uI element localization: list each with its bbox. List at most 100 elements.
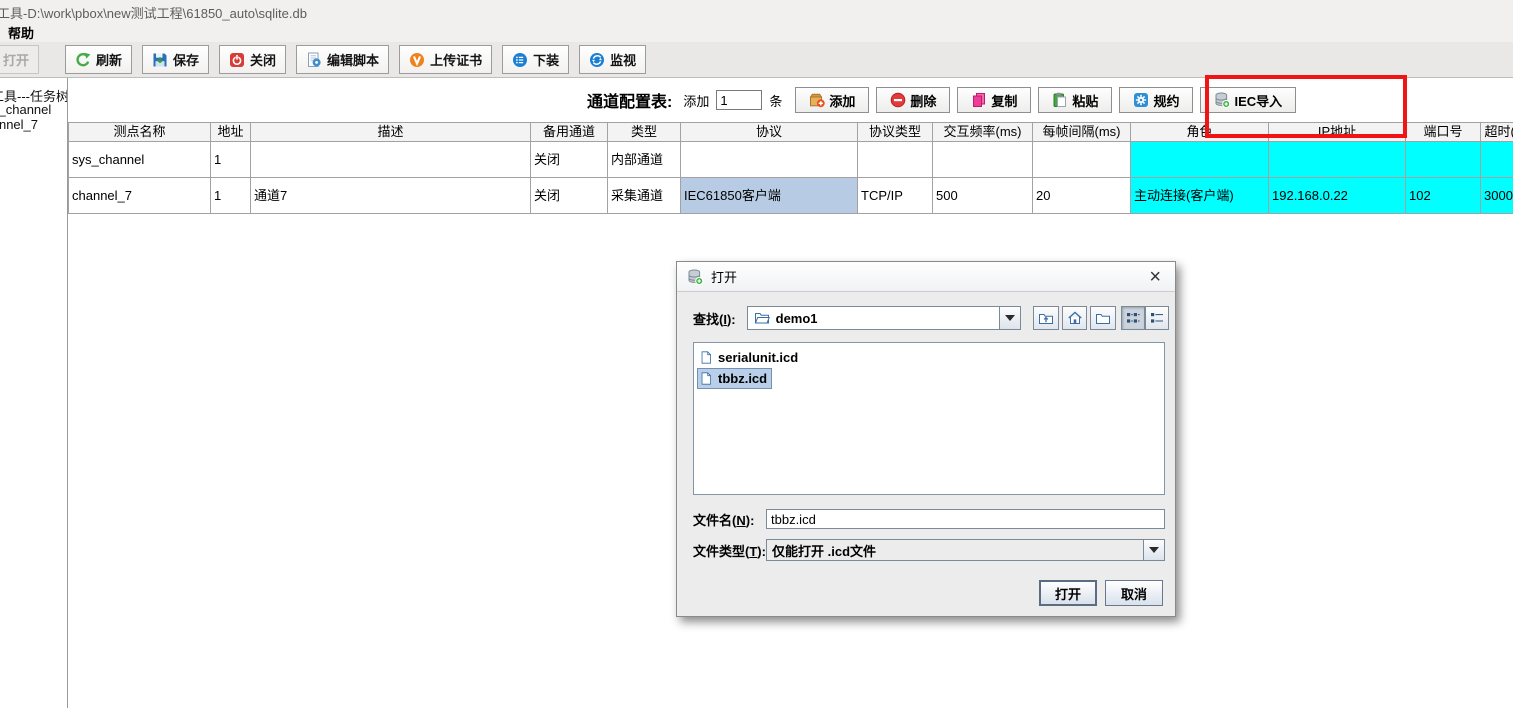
channel-table-header: 测点名称地址描述备用通道类型协议协议类型交互频率(ms)每帧间隔(ms)角色IP… [69,123,1513,142]
task-tree-panel: 工具---任务树 sys_channel channel_7 [0,78,68,708]
list-view-icon [1125,310,1141,326]
delete-row-button[interactable]: 删除 [876,87,950,113]
paste-row-button[interactable]: 粘贴 [1038,87,1112,113]
list-view-toggle[interactable] [1121,306,1145,330]
file-type-row: 文件类型(T): 仅能打开 .icd文件 [693,539,1165,561]
file-item[interactable]: tbbz.icd [697,368,772,389]
menu-help[interactable]: 帮助 [8,23,34,42]
column-header[interactable]: 协议类型 [858,123,933,142]
up-folder-icon [1038,310,1054,326]
button-label: 刷新 [96,50,122,69]
table-cell[interactable] [681,142,858,178]
column-header[interactable]: 每帧间隔(ms) [1033,123,1131,142]
new-folder-button[interactable] [1090,306,1116,330]
table-cell[interactable] [1131,142,1269,178]
home-icon [1067,310,1083,326]
table-cell[interactable]: TCP/IP [858,178,933,214]
dialog-open-button[interactable]: 打开 [1039,580,1097,606]
save-button[interactable]: 保存 [142,45,209,74]
table-cell[interactable] [1406,142,1481,178]
add-label: 添加 [683,91,709,110]
monitor-button[interactable]: 监视 [579,45,646,74]
table-cell[interactable]: 1 [211,178,251,214]
table-cell[interactable]: sys_channel [69,142,211,178]
file-type-dropdown-arrow[interactable] [1143,540,1164,560]
database-import-icon [687,269,703,285]
protocol-button[interactable]: 规约 [1119,87,1193,113]
table-cell[interactable]: 采集通道 [608,178,681,214]
edit-script-button[interactable]: 编辑脚本 [296,45,389,74]
up-folder-button[interactable] [1033,306,1059,330]
main-toolbar: 打开 刷新 保存 关闭 编辑脚本 上传证书 下装 监视 [0,42,1513,78]
table-cell[interactable] [251,142,531,178]
table-cell[interactable] [1481,142,1513,178]
column-header[interactable]: 角色 [1131,123,1269,142]
button-label: 上传证书 [430,50,482,69]
table-cell[interactable]: IEC61850客户端 [681,178,858,214]
table-cell[interactable]: 3000 [1481,178,1513,214]
button-label: 监视 [610,50,636,69]
table-cell[interactable]: 500 [933,178,1033,214]
dialog-cancel-button[interactable]: 取消 [1105,580,1163,606]
details-view-toggle[interactable] [1145,306,1169,330]
add-row-button[interactable]: 添加 [795,87,869,113]
close-button[interactable]: 关闭 [219,45,286,74]
table-cell[interactable]: 内部通道 [608,142,681,178]
file-type-combobox[interactable]: 仅能打开 .icd文件 [766,539,1165,561]
open-button[interactable]: 打开 [0,45,39,74]
table-cell[interactable]: 主动连接(客户端) [1131,178,1269,214]
channel-table: 测点名称地址描述备用通道类型协议协议类型交互频率(ms)每帧间隔(ms)角色IP… [68,122,1513,214]
column-header[interactable]: 类型 [608,123,681,142]
download-button[interactable]: 下装 [502,45,569,74]
column-header[interactable]: 端口号 [1406,123,1481,142]
column-header[interactable]: 描述 [251,123,531,142]
look-in-combobox[interactable]: demo1 [747,306,1021,330]
open-file-dialog: 打开 × 查找(I): demo1 [676,261,1176,617]
refresh-icon [75,52,91,68]
home-button[interactable] [1062,306,1088,330]
tree-node-sys-channel[interactable]: sys_channel [0,102,51,117]
copy-row-button[interactable]: 复制 [957,87,1031,113]
table-cell[interactable]: 关闭 [531,142,608,178]
look-in-dropdown-arrow[interactable] [999,307,1020,329]
column-header[interactable]: 交互频率(ms) [933,123,1033,142]
button-label: 添加 [829,91,855,110]
details-view-icon [1149,310,1165,326]
iec-import-icon [1214,92,1230,108]
table-cell[interactable] [1033,142,1131,178]
column-header[interactable]: 协议 [681,123,858,142]
add-count-input[interactable] [716,90,762,110]
table-cell[interactable]: 102 [1406,178,1481,214]
close-icon [229,52,245,68]
table-cell[interactable] [1269,142,1406,178]
table-cell[interactable]: 20 [1033,178,1131,214]
table-cell[interactable]: 通道7 [251,178,531,214]
dialog-close-icon[interactable]: × [1145,267,1165,287]
table-cell[interactable]: 1 [211,142,251,178]
dialog-buttons: 打开 取消 [1039,580,1163,606]
button-label: 规约 [1153,91,1179,110]
file-name-input[interactable] [766,509,1165,529]
file-item[interactable]: serialunit.icd [697,347,803,368]
tree-node-channel-7[interactable]: channel_7 [0,117,38,132]
copy-icon [971,92,987,108]
iec-import-button[interactable]: IEC导入 [1200,87,1296,113]
refresh-button[interactable]: 刷新 [65,45,132,74]
button-label: 保存 [173,50,199,69]
table-cell[interactable] [933,142,1033,178]
table-cell[interactable]: 192.168.0.22 [1269,178,1406,214]
table-cell[interactable]: channel_7 [69,178,211,214]
column-header[interactable]: 地址 [211,123,251,142]
button-label: 编辑脚本 [327,50,379,69]
monitor-icon [589,52,605,68]
table-cell[interactable]: 关闭 [531,178,608,214]
column-header[interactable]: IP地址 [1269,123,1406,142]
file-name: serialunit.icd [718,350,798,365]
paste-icon [1052,92,1068,108]
upload-cert-button[interactable]: 上传证书 [399,45,492,74]
column-header[interactable]: 备用通道 [531,123,608,142]
column-header[interactable]: 超时(ms) [1481,123,1513,142]
channel-table-body: sys_channel1 关闭内部通道 channel_71通道7关闭采集通道IEC… [69,142,1513,214]
table-cell[interactable] [858,142,933,178]
column-header[interactable]: 测点名称 [69,123,211,142]
